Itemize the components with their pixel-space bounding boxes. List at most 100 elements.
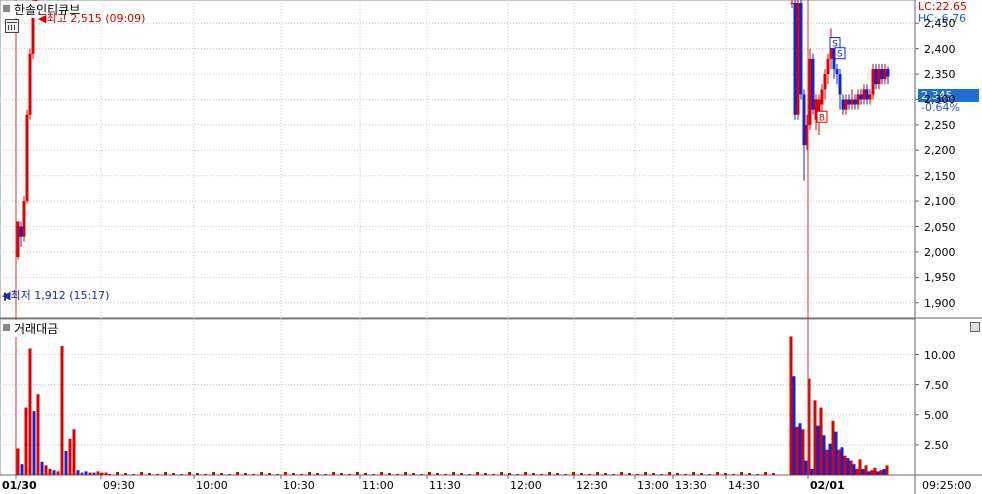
- price-y-tick: 2,450: [924, 17, 956, 31]
- volume-bar: [60, 346, 64, 475]
- pane-maximize-button[interactable]: [970, 322, 980, 332]
- candle-body: [25, 114, 29, 202]
- volume-bar: [268, 473, 271, 475]
- volume-bar: [452, 472, 455, 475]
- volume-bar: [843, 455, 847, 475]
- candle-body: [799, 2, 803, 95]
- x-tick-label: 01/30: [2, 479, 37, 492]
- candle-body: [808, 58, 812, 125]
- price-y-tick: 2,100: [924, 195, 956, 209]
- x-tick-label: 12:00: [510, 479, 542, 492]
- volume-bar: [548, 472, 551, 475]
- volume-bar: [834, 431, 838, 475]
- volume-bar: [825, 449, 829, 475]
- volume-bar: [348, 474, 351, 475]
- volume-bar: [132, 474, 135, 475]
- volume-bar: [740, 472, 743, 475]
- price-y-tick: 2,000: [924, 245, 956, 259]
- volume-bar: [284, 472, 287, 475]
- candle-body: [865, 89, 869, 100]
- volume-bar: [44, 465, 48, 475]
- volume-bar: [644, 472, 647, 475]
- volume-bar: [84, 471, 88, 475]
- volume-y-tick: 2.50: [924, 438, 949, 452]
- volume-bar: [816, 425, 820, 475]
- volume-bar: [316, 473, 319, 475]
- x-tick-label: 13:30: [675, 479, 707, 492]
- volume-bar: [276, 474, 279, 475]
- volume-bar: [628, 473, 631, 475]
- volume-bar: [220, 473, 223, 475]
- volume-bar: [819, 407, 823, 475]
- volume-bar: [116, 472, 119, 475]
- volume-bar: [724, 473, 727, 475]
- price-y-tick: 1,950: [924, 271, 956, 285]
- sell-marker-label: S: [837, 50, 843, 60]
- candle-body: [811, 58, 815, 110]
- volume-bar: [500, 472, 503, 475]
- volume-bar: [188, 472, 191, 475]
- volume-bar: [476, 472, 479, 475]
- candle-body: [847, 99, 851, 105]
- volume-bar: [196, 473, 199, 475]
- volume-y-tick: 5.00: [924, 408, 949, 422]
- volume-bar: [532, 473, 535, 475]
- volume-bar: [580, 473, 583, 475]
- volume-bar: [508, 473, 511, 475]
- x-tick-label: 09:25:00: [922, 479, 972, 492]
- volume-pane-title: 거래대금: [12, 320, 61, 337]
- volume-bar: [716, 472, 719, 475]
- volume-bar: [684, 474, 687, 475]
- volume-bar: [428, 472, 431, 475]
- volume-bar: [420, 474, 423, 475]
- volume-bar: [858, 459, 862, 475]
- volume-bar: [846, 458, 850, 475]
- volume-bar: [596, 472, 599, 475]
- candle-body: [16, 221, 20, 258]
- volume-bar: [879, 470, 883, 475]
- candle-body: [880, 68, 884, 80]
- candle-body: [820, 89, 824, 105]
- volume-bar: [828, 443, 832, 475]
- candle-body: [22, 201, 26, 237]
- pane-toggle-icon[interactable]: [3, 5, 10, 12]
- volume-bar: [40, 461, 44, 475]
- volume-bar: [324, 474, 327, 475]
- volume-bar: [52, 470, 56, 475]
- candle-body: [826, 58, 830, 75]
- volume-bar: [556, 473, 559, 475]
- volume-bar: [660, 474, 663, 475]
- candle-body: [790, 2, 794, 4]
- volume-bar: [308, 472, 311, 475]
- volume-bar: [540, 474, 543, 475]
- volume-bar: [801, 429, 805, 475]
- x-tick-label: 13:00: [637, 479, 669, 492]
- volume-bar: [28, 348, 32, 475]
- price-y-tick: 2,150: [924, 169, 956, 183]
- volume-bar: [104, 472, 108, 475]
- low-annotation: ◀최저 1,912 (15:17): [2, 289, 109, 302]
- volume-bar: [873, 467, 877, 475]
- volume-bar: [108, 474, 111, 475]
- grid-lines: [0, 0, 919, 475]
- calendar-icon[interactable]: [5, 19, 19, 33]
- pane-toggle-icon[interactable]: [3, 324, 10, 331]
- volume-bar: [840, 447, 844, 475]
- volume-bar: [810, 468, 814, 475]
- candle-body: [796, 2, 800, 115]
- volume-bar: [772, 473, 775, 475]
- volume-pane-border: [0, 318, 916, 476]
- volume-bar: [692, 472, 695, 475]
- volume-bar: [867, 471, 871, 475]
- volume-bar: [56, 471, 60, 475]
- low-label: 최저 1,912 (15:17): [10, 289, 110, 302]
- volume-bar: [244, 473, 247, 475]
- volume-bar: [572, 472, 575, 475]
- volume-bar: [96, 471, 100, 475]
- volume-bar: [172, 473, 175, 475]
- volume-bar: [789, 336, 793, 475]
- high-annotation: ◀최고 2,515 (09:09): [38, 12, 145, 25]
- volume-bar: [364, 473, 367, 475]
- stock-chart[interactable]: BSS: [0, 0, 982, 494]
- volume-bar: [212, 472, 215, 475]
